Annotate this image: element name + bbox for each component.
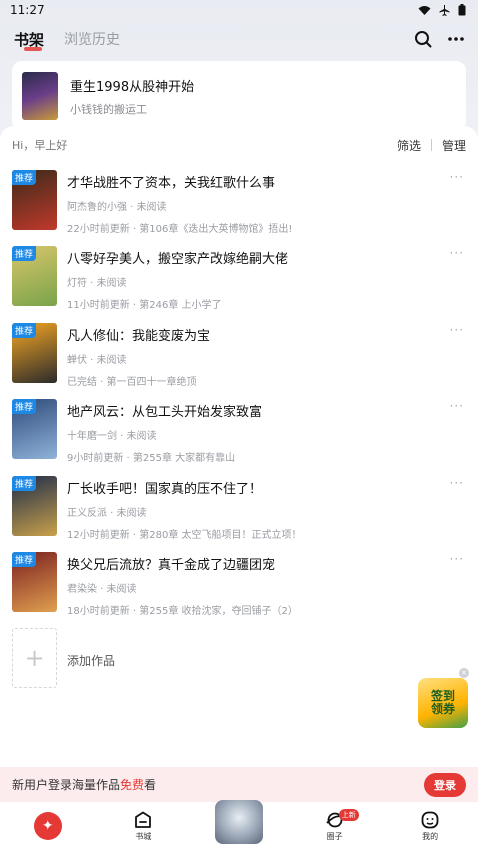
recent-book-info: 重生1998从股神开始 小钱钱的搬运工 — [70, 76, 194, 117]
more-icon[interactable] — [448, 37, 464, 41]
greeting-text: Hi，早上好 — [12, 139, 68, 152]
book-cover: 推荐 — [12, 476, 57, 536]
bottom-nav: ✦ 书城 上新 圈子 我的 — [0, 800, 478, 850]
battery-icon — [458, 4, 466, 16]
recommend-tag: 推荐 — [12, 399, 37, 414]
recommend-tag: 推荐 — [12, 323, 37, 338]
book-item[interactable]: 推荐 凡人修仙：我能变废为宝 蝉伏 · 未阅读 已完结 · 第一百四十一章绝顶 … — [12, 323, 466, 388]
book-item[interactable]: 推荐 厂长收手吧！国家真的压不住了！ 正义反派 · 未阅读 12小时前更新 · … — [12, 476, 466, 541]
book-cover: 推荐 — [12, 552, 57, 612]
book-cover: 推荐 — [12, 323, 57, 383]
book-more-icon[interactable]: ··· — [450, 399, 464, 413]
book-more-icon[interactable]: ··· — [450, 323, 464, 337]
header-actions — [414, 30, 464, 48]
book-update: 11小时前更新 · 第246章 上小学了 — [67, 300, 222, 311]
recommend-tag: 推荐 — [12, 552, 37, 567]
featured-cover-icon — [214, 800, 263, 844]
book-author: 灯符 · 未阅读 — [67, 278, 127, 289]
book-item[interactable]: 推荐 才华战胜不了资本，关我红歌什么事 阿杰鲁的小强 · 未阅读 22小时前更新… — [12, 170, 466, 235]
bookstore-icon — [135, 811, 152, 828]
promo-close-icon[interactable]: × — [459, 668, 469, 678]
book-title: 凡人修仙：我能变废为宝 — [67, 329, 211, 344]
airplane-icon — [439, 4, 450, 16]
divider — [430, 139, 432, 151]
shelf-actions: 筛选 管理 — [397, 137, 466, 154]
book-author: 正义反派 · 未阅读 — [67, 508, 147, 519]
login-button[interactable]: 登录 — [424, 772, 466, 797]
book-author: 蝉伏 · 未阅读 — [67, 355, 127, 366]
recommend-tag: 推荐 — [12, 476, 37, 491]
manage-button[interactable]: 管理 — [442, 137, 466, 154]
book-title: 地产风云：从包工头开始发家致富 — [67, 405, 263, 420]
recommend-tag: 推荐 — [12, 170, 37, 185]
status-icons — [418, 4, 466, 16]
book-cover: 推荐 — [12, 170, 57, 230]
new-badge: 上新 — [338, 808, 359, 821]
book-item[interactable]: 推荐 八零好孕美人，搬空家产改嫁绝嗣大佬 灯符 · 未阅读 11小时前更新 · … — [12, 246, 466, 311]
book-more-icon[interactable]: ··· — [450, 246, 464, 260]
login-prompt: 新用户登录海量作品免费看 — [12, 778, 157, 792]
recent-book-title: 重生1998从股神开始 — [70, 79, 195, 95]
plus-icon: + — [24, 644, 45, 672]
book-title: 厂长收手吧！国家真的压不住了！ — [67, 482, 263, 497]
book-update: 已完结 · 第一百四十一章绝顶 — [67, 377, 197, 388]
nav-label: 书城 — [135, 831, 152, 841]
recent-book-subtitle: 小钱钱的搬运工 — [70, 102, 147, 116]
book-item[interactable]: 推荐 地产风云：从包工头开始发家致富 十年磨一剑 · 未阅读 9小时前更新 · … — [12, 399, 466, 464]
filter-button[interactable]: 筛选 — [397, 137, 421, 154]
recommend-tag: 推荐 — [12, 246, 37, 261]
book-update: 12小时前更新 · 第280章 太空飞船项目！正式立项！ — [67, 530, 302, 541]
book-more-icon[interactable]: ··· — [450, 170, 464, 184]
book-update: 18小时前更新 · 第255章 收拾沈家，夺回铺子（2） — [67, 606, 298, 617]
nav-profile[interactable]: 我的 — [382, 811, 478, 842]
book-update: 22小时前更新 · 第106章《迭出大英博物馆》捂出! — [67, 224, 293, 235]
recent-book-cover — [22, 72, 58, 120]
home-logo-icon: ✦ — [33, 812, 62, 840]
status-time: 11:27 — [10, 3, 45, 17]
book-cover: 推荐 — [12, 399, 57, 459]
nav-home[interactable]: ✦ — [0, 812, 96, 840]
promo-text: 签到 领券 — [430, 689, 455, 716]
add-book-button[interactable]: + — [12, 628, 57, 688]
checkin-coupon-badge[interactable]: 签到 领券 — [418, 678, 468, 728]
status-bar: 11:27 — [0, 0, 478, 20]
nav-circle[interactable]: 上新 圈子 — [287, 808, 383, 842]
greeting-row: Hi，早上好 筛选 管理 — [12, 137, 466, 154]
book-author: 君染染 · 未阅读 — [67, 584, 137, 595]
bookshelf-panel: Hi，早上好 筛选 管理 推荐 才华战胜不了资本，关我红歌什么事 阿杰鲁的小强 … — [0, 126, 478, 767]
tab-bookshelf[interactable]: 书架 — [14, 29, 44, 51]
login-banner: 新用户登录海量作品免费看 登录 — [0, 767, 478, 802]
wifi-icon — [418, 5, 431, 15]
book-title: 才华战胜不了资本，关我红歌什么事 — [67, 176, 276, 191]
book-title: 换父兄后流放？真千金成了边疆团宠 — [67, 558, 276, 573]
profile-icon — [421, 811, 439, 828]
book-more-icon[interactable]: ··· — [450, 552, 464, 566]
nav-featured[interactable] — [191, 800, 287, 844]
add-book-label[interactable]: 添加作品 — [67, 652, 115, 669]
tab-browse-history[interactable]: 浏览历史 — [64, 29, 120, 49]
book-author: 十年磨一剑 · 未阅读 — [67, 431, 157, 442]
book-cover: 推荐 — [12, 246, 57, 306]
nav-label: 我的 — [422, 831, 439, 841]
book-author: 阿杰鲁的小强 · 未阅读 — [67, 202, 167, 213]
book-update: 9小时前更新 · 第255章 大家都有靠山 — [67, 453, 236, 464]
nav-bookstore[interactable]: 书城 — [96, 811, 192, 842]
recent-reading-card[interactable]: 重生1998从股神开始 小钱钱的搬运工 — [12, 61, 466, 131]
top-header: 书架 浏览历史 — [0, 24, 478, 54]
nav-label: 圈子 — [326, 831, 343, 841]
book-title: 八零好孕美人，搬空家产改嫁绝嗣大佬 — [67, 252, 289, 267]
search-icon[interactable] — [414, 30, 432, 48]
book-item[interactable]: 推荐 换父兄后流放？真千金成了边疆团宠 君染染 · 未阅读 18小时前更新 · … — [12, 552, 466, 617]
book-more-icon[interactable]: ··· — [450, 476, 464, 490]
